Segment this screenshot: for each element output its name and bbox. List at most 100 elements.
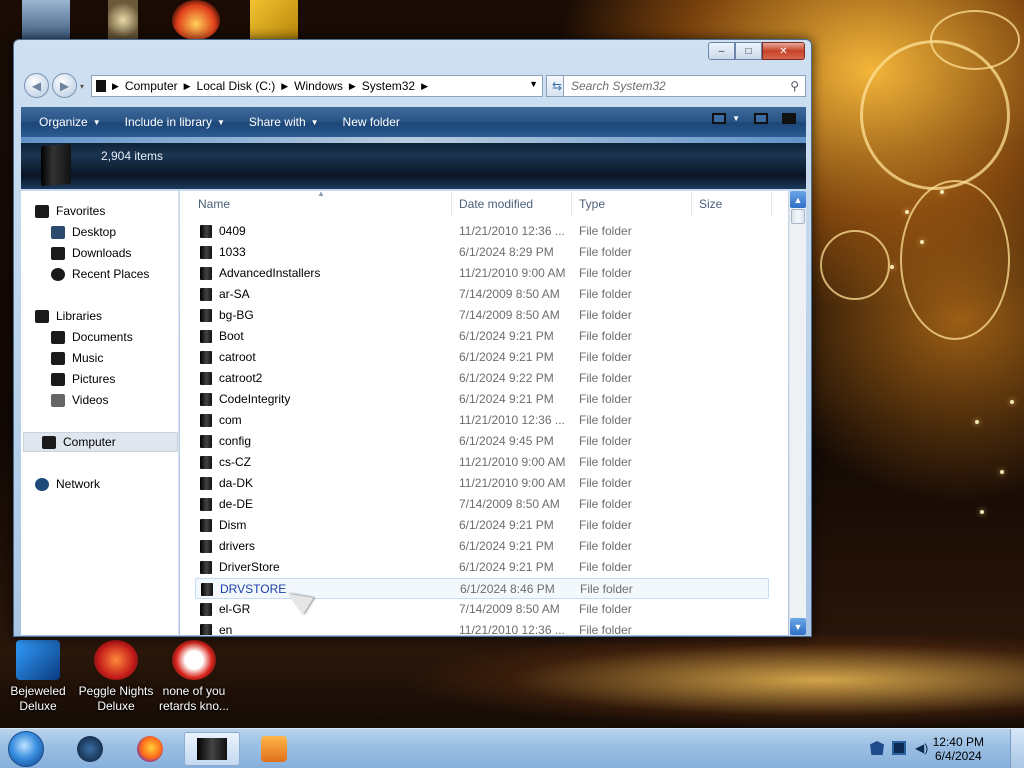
chevron-down-icon: ▼: [92, 117, 101, 127]
address-bar[interactable]: ▶ Computer ▶ Local Disk (C:) ▶ Windows ▶…: [91, 75, 543, 97]
preview-pane-icon[interactable]: [754, 113, 768, 124]
folder-icon: [200, 519, 212, 532]
folder-icon: [200, 477, 212, 490]
file-row[interactable]: bg-BG 7/14/2009 8:50 AM File folder: [195, 305, 769, 326]
view-options-icon[interactable]: [712, 113, 727, 124]
column-header-type[interactable]: Type: [572, 191, 692, 217]
desktop-icon-top-3[interactable]: [172, 0, 220, 40]
desktop-icon-bejeweled[interactable]: Bejeweled Deluxe: [0, 640, 76, 714]
recent-pages-chevron-icon[interactable]: ▾: [80, 82, 84, 91]
new-folder-button[interactable]: New folder: [343, 115, 400, 129]
file-row[interactable]: el-GR 7/14/2009 8:50 AM File folder: [195, 599, 769, 620]
include-in-library-menu[interactable]: Include in library ▼: [125, 115, 225, 129]
nav-desktop[interactable]: Desktop: [51, 222, 116, 242]
scroll-thumb[interactable]: [791, 209, 805, 224]
nav-downloads[interactable]: Downloads: [51, 243, 131, 263]
taskbar-firefox[interactable]: [122, 732, 178, 766]
file-row[interactable]: catroot 6/1/2024 9:21 PM File folder: [195, 347, 769, 368]
nav-pictures[interactable]: Pictures: [51, 369, 115, 389]
file-date: 6/1/2024 9:21 PM: [459, 350, 554, 364]
share-with-menu[interactable]: Share with ▼: [249, 115, 319, 129]
organize-menu[interactable]: Organize ▼: [39, 115, 101, 129]
maximize-button[interactable]: □: [735, 42, 762, 60]
desktop-icon-peggle[interactable]: Peggle Nights Deluxe: [78, 640, 154, 714]
file-row[interactable]: 1033 6/1/2024 8:29 PM File folder: [195, 242, 769, 263]
column-header-date[interactable]: Date modified: [452, 191, 572, 217]
nav-favorites[interactable]: Favorites: [35, 201, 105, 221]
taskbar-explorer[interactable]: [184, 732, 240, 766]
breadcrumb-chevron-icon[interactable]: ▶: [349, 81, 356, 92]
start-button[interactable]: [8, 731, 44, 767]
nav-recent-places[interactable]: Recent Places: [51, 264, 149, 284]
back-button[interactable]: ◀: [24, 73, 49, 98]
chevron-down-icon[interactable]: ▼: [732, 114, 740, 123]
file-row[interactable]: ar-SA 7/14/2009 8:50 AM File folder: [195, 284, 769, 305]
nav-network[interactable]: Network: [35, 474, 100, 494]
file-date: 6/1/2024 9:21 PM: [459, 518, 554, 532]
breadcrumb-local-disk[interactable]: Local Disk (C:): [197, 79, 276, 93]
file-row[interactable]: drivers 6/1/2024 9:21 PM File folder: [195, 536, 769, 557]
scroll-down-button[interactable]: ▼: [790, 618, 806, 635]
media-player-icon: [261, 736, 287, 762]
breadcrumb-system32[interactable]: System32: [362, 79, 415, 93]
scroll-up-button[interactable]: ▲: [790, 191, 806, 208]
desktop-icon-shortcut[interactable]: none of you retards kno...: [156, 640, 232, 714]
system-clock[interactable]: 12:40 PM 6/4/2024: [933, 735, 984, 763]
vertical-scrollbar[interactable]: ▲ ▼: [789, 191, 806, 635]
breadcrumb-chevron-icon[interactable]: ▶: [421, 81, 428, 92]
nav-desktop-label: Desktop: [72, 225, 117, 239]
nav-videos[interactable]: Videos: [51, 390, 108, 410]
file-row[interactable]: da-DK 11/21/2010 9:00 AM File folder: [195, 473, 769, 494]
column-header-name[interactable]: ▲ Name: [180, 191, 452, 217]
file-row[interactable]: CodeIntegrity 6/1/2024 9:21 PM File folder: [195, 389, 769, 410]
taskbar-media-player[interactable]: [246, 732, 302, 766]
volume-icon[interactable]: ◀): [915, 741, 929, 755]
breadcrumb-chevron-icon[interactable]: ▶: [281, 81, 288, 92]
firefox-icon: [137, 736, 163, 762]
file-type: File folder: [579, 539, 632, 553]
breadcrumb-chevron-icon[interactable]: ▶: [112, 81, 119, 92]
nav-computer[interactable]: Computer: [23, 432, 178, 452]
file-row[interactable]: com 11/21/2010 12:36 ... File folder: [195, 410, 769, 431]
file-row[interactable]: catroot2 6/1/2024 9:22 PM File folder: [195, 368, 769, 389]
search-input[interactable]: Search System32 ⚲: [563, 75, 806, 97]
taskbar-app-1[interactable]: [62, 732, 118, 766]
shield-icon[interactable]: [870, 741, 884, 755]
back-arrow-icon: ◀: [31, 78, 42, 93]
file-date: 6/1/2024 8:46 PM: [460, 582, 555, 596]
file-type: File folder: [579, 266, 632, 280]
show-desktop-button[interactable]: [1010, 729, 1024, 768]
file-row[interactable]: cs-CZ 11/21/2010 9:00 AM File folder: [195, 452, 769, 473]
app-icon: [77, 736, 103, 762]
file-row[interactable]: de-DE 7/14/2009 8:50 AM File folder: [195, 494, 769, 515]
desktop-icon-top-2[interactable]: [108, 0, 138, 40]
close-button[interactable]: ✕: [762, 42, 805, 60]
help-icon[interactable]: [782, 113, 796, 124]
file-row[interactable]: en 11/21/2010 12:36 ... File folder: [195, 620, 769, 635]
file-type: File folder: [579, 518, 632, 532]
network-status-icon[interactable]: [892, 741, 906, 755]
file-row[interactable]: 0409 11/21/2010 12:36 ... File folder: [195, 221, 769, 242]
desktop-icon-top-1[interactable]: [22, 0, 70, 40]
column-header-size[interactable]: Size: [692, 191, 772, 217]
breadcrumb-windows[interactable]: Windows: [294, 79, 343, 93]
breadcrumb-chevron-icon[interactable]: ▶: [184, 81, 191, 92]
search-icon[interactable]: ⚲: [790, 79, 799, 93]
minimize-button[interactable]: –: [708, 42, 735, 60]
file-row[interactable]: Boot 6/1/2024 9:21 PM File folder: [195, 326, 769, 347]
breadcrumb-computer[interactable]: Computer: [125, 79, 178, 93]
forward-button[interactable]: ▶: [52, 73, 77, 98]
file-row[interactable]: Dism 6/1/2024 9:21 PM File folder: [195, 515, 769, 536]
desktop-icon-top-4[interactable]: [250, 0, 298, 40]
file-name: CodeIntegrity: [219, 392, 291, 406]
nav-music-label: Music: [72, 351, 104, 365]
nav-music[interactable]: Music: [51, 348, 103, 368]
nav-libraries[interactable]: Libraries: [35, 306, 102, 326]
nav-documents[interactable]: Documents: [51, 327, 133, 347]
file-row[interactable]: config 6/1/2024 9:45 PM File folder: [195, 431, 769, 452]
address-dropdown-icon[interactable]: ▼: [529, 79, 538, 89]
file-row[interactable]: DriverStore 6/1/2024 9:21 PM File folder: [195, 557, 769, 578]
peggle-icon: [94, 640, 138, 680]
file-row[interactable]: AdvancedInstallers 11/21/2010 9:00 AM File…: [195, 263, 769, 284]
file-row[interactable]: DRVSTORE 6/1/2024 8:46 PM File folder: [195, 578, 769, 599]
